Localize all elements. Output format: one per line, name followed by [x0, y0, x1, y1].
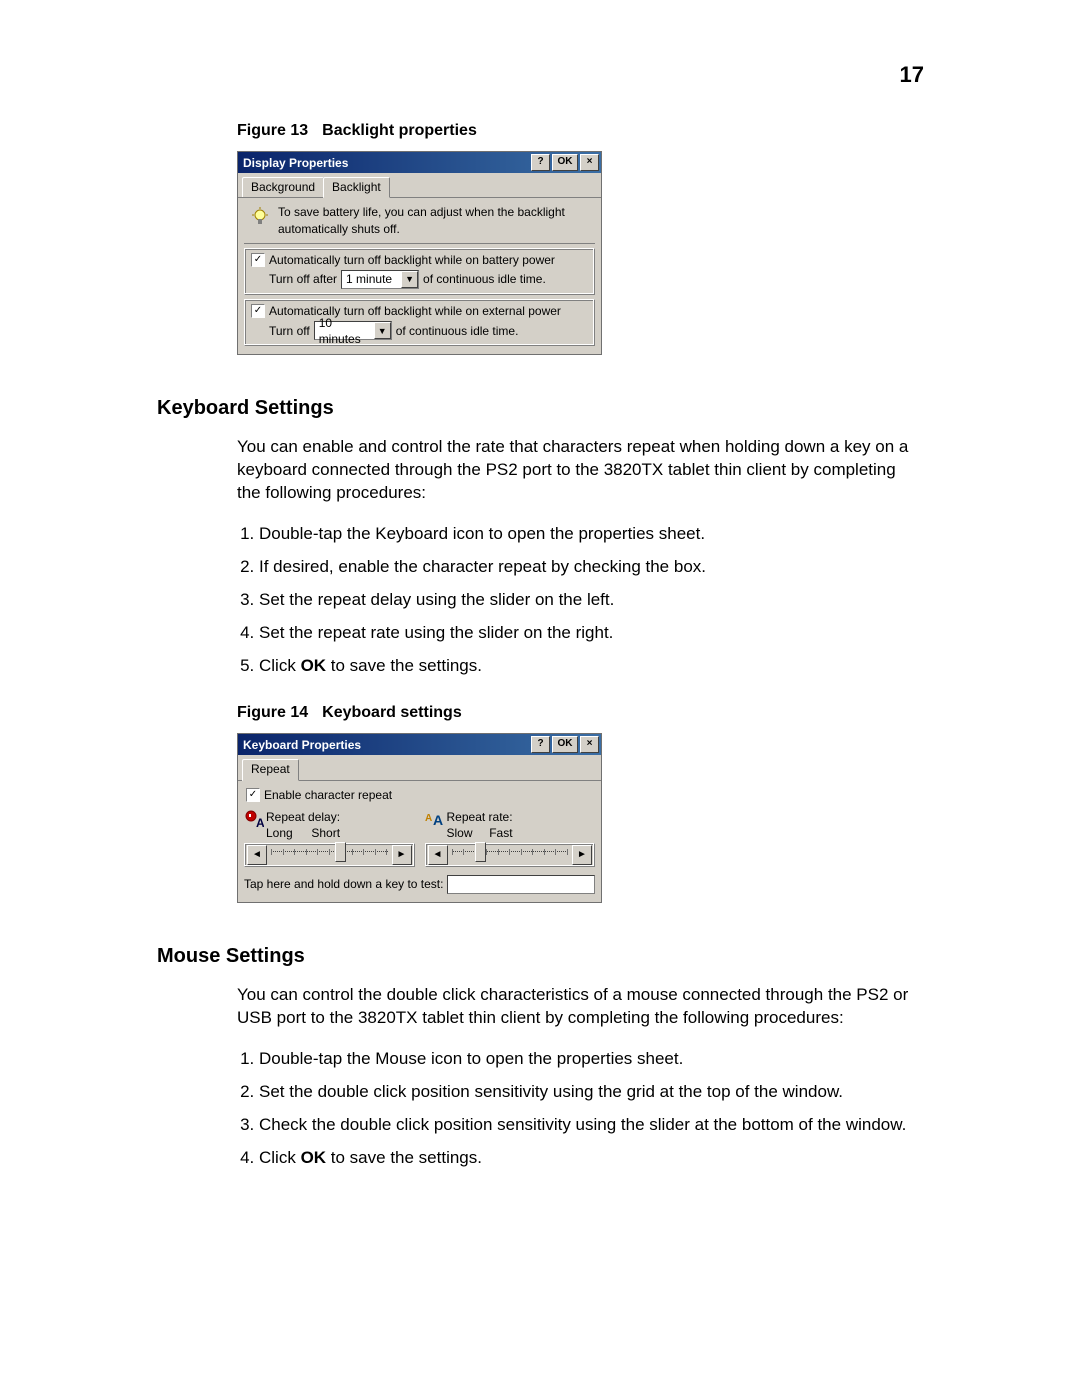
- mouse-settings-intro: You can control the double click charact…: [237, 984, 924, 1030]
- repeat-rate-column: A A Repeat rate: Slow Fast: [425, 809, 596, 867]
- enable-repeat-label: Enable character repeat: [264, 787, 392, 803]
- keyboard-step-5-bold: OK: [301, 656, 327, 675]
- mouse-step-4-post: to save the settings.: [326, 1148, 482, 1167]
- external-checkbox[interactable]: [251, 304, 265, 318]
- ok-button[interactable]: OK: [552, 736, 578, 753]
- display-properties-title: Display Properties: [243, 155, 529, 171]
- mouse-step-4-pre: Click: [259, 1148, 301, 1167]
- mouse-step-3: Check the double click position sensitiv…: [259, 1114, 924, 1137]
- arrow-left-icon[interactable]: ◄: [428, 845, 448, 865]
- battery-checkbox-label: Automatically turn off backlight while o…: [269, 252, 555, 268]
- battery-turnoff-post: of continuous idle time.: [423, 271, 546, 287]
- figure-13-text: Backlight properties: [322, 122, 477, 139]
- external-turnoff-post: of continuous idle time.: [396, 323, 519, 339]
- arrow-right-icon[interactable]: ►: [572, 845, 592, 865]
- display-properties-titlebar: Display Properties ? OK ×: [238, 152, 601, 173]
- external-timeout-combo[interactable]: 10 minutes ▼: [314, 321, 392, 340]
- tab-backlight[interactable]: Backlight: [323, 177, 390, 198]
- keyboard-properties-title: Keyboard Properties: [243, 737, 529, 753]
- repeat-delay-label: Repeat delay:: [266, 809, 340, 825]
- keyboard-step-5-post: to save the settings.: [326, 656, 482, 675]
- figure-13-prefix: Figure 13: [237, 122, 308, 139]
- lightbulb-icon: [246, 204, 274, 230]
- repeat-delay-slider[interactable]: ◄ ►: [244, 843, 415, 867]
- external-turnoff-pre: Turn off: [269, 323, 310, 339]
- keyboard-tabs: Repeat: [238, 755, 601, 780]
- backlight-info-text: To save battery life, you can adjust whe…: [274, 204, 593, 236]
- close-button[interactable]: ×: [580, 736, 599, 753]
- page-number: 17: [157, 60, 924, 90]
- keyboard-properties-dialog: Keyboard Properties ? OK × Repeat Enable…: [237, 733, 602, 903]
- figure-14-text: Keyboard settings: [322, 704, 462, 721]
- keyboard-step-5: Click OK to save the settings.: [259, 655, 924, 678]
- mouse-settings-heading: Mouse Settings: [157, 943, 924, 970]
- test-input[interactable]: [447, 875, 595, 894]
- arrow-left-icon[interactable]: ◄: [247, 845, 267, 865]
- battery-power-group: Automatically turn off backlight while o…: [244, 248, 595, 295]
- mouse-settings-steps: Double-tap the Mouse icon to open the pr…: [237, 1048, 924, 1170]
- repeat-rate-label: Repeat rate:: [447, 809, 513, 825]
- keyboard-step-5-pre: Click: [259, 656, 301, 675]
- keyboard-settings-intro: You can enable and control the rate that…: [237, 436, 924, 505]
- tab-background[interactable]: Background: [242, 177, 324, 197]
- chevron-down-icon[interactable]: ▼: [374, 322, 391, 339]
- svg-text:A: A: [256, 816, 264, 829]
- repeat-rate-left: Slow: [447, 825, 473, 841]
- svg-text:A: A: [425, 813, 432, 824]
- keyboard-step-4: Set the repeat rate using the slider on …: [259, 622, 924, 645]
- battery-checkbox[interactable]: [251, 253, 265, 267]
- external-power-group: Automatically turn off backlight while o…: [244, 299, 595, 346]
- external-checkbox-label: Automatically turn off backlight while o…: [269, 303, 561, 319]
- mouse-step-4: Click OK to save the settings.: [259, 1147, 924, 1170]
- mouse-step-4-bold: OK: [301, 1148, 327, 1167]
- chevron-down-icon[interactable]: ▼: [401, 271, 418, 288]
- figure-14-prefix: Figure 14: [237, 704, 308, 721]
- enable-repeat-checkbox[interactable]: [246, 788, 260, 802]
- keyboard-settings-heading: Keyboard Settings: [157, 395, 924, 422]
- repeat-rate-icon: A A: [425, 809, 447, 829]
- repeat-delay-column: A Repeat delay: Long Short ◄: [244, 809, 415, 867]
- battery-timeout-combo[interactable]: 1 minute ▼: [341, 270, 419, 289]
- external-timeout-value: 10 minutes: [315, 315, 374, 347]
- figure-13-caption: Figure 13 Backlight properties: [237, 120, 924, 142]
- ok-button[interactable]: OK: [552, 154, 578, 171]
- repeat-delay-left: Long: [266, 825, 293, 841]
- keyboard-step-2: If desired, enable the character repeat …: [259, 556, 924, 579]
- keyboard-step-3: Set the repeat delay using the slider on…: [259, 589, 924, 612]
- help-button[interactable]: ?: [531, 736, 550, 753]
- repeat-rate-right: Fast: [489, 825, 512, 841]
- tab-repeat[interactable]: Repeat: [242, 759, 299, 780]
- figure-14-caption: Figure 14 Keyboard settings: [237, 702, 924, 724]
- repeat-delay-icon: A: [244, 809, 266, 829]
- close-button[interactable]: ×: [580, 154, 599, 171]
- test-label: Tap here and hold down a key to test:: [244, 876, 443, 892]
- help-button[interactable]: ?: [531, 154, 550, 171]
- display-properties-dialog: Display Properties ? OK × Background Bac…: [237, 151, 602, 355]
- battery-timeout-value: 1 minute: [342, 271, 401, 287]
- battery-turnoff-pre: Turn off after: [269, 271, 337, 287]
- keyboard-step-1: Double-tap the Keyboard icon to open the…: [259, 523, 924, 546]
- display-tabs: Background Backlight: [238, 173, 601, 198]
- keyboard-settings-steps: Double-tap the Keyboard icon to open the…: [237, 523, 924, 678]
- repeat-rate-slider[interactable]: ◄ ►: [425, 843, 596, 867]
- mouse-step-2: Set the double click position sensitivit…: [259, 1081, 924, 1104]
- svg-text:A: A: [433, 812, 443, 828]
- keyboard-properties-titlebar: Keyboard Properties ? OK ×: [238, 734, 601, 755]
- repeat-delay-right: Short: [311, 825, 340, 841]
- mouse-step-1: Double-tap the Mouse icon to open the pr…: [259, 1048, 924, 1071]
- arrow-right-icon[interactable]: ►: [392, 845, 412, 865]
